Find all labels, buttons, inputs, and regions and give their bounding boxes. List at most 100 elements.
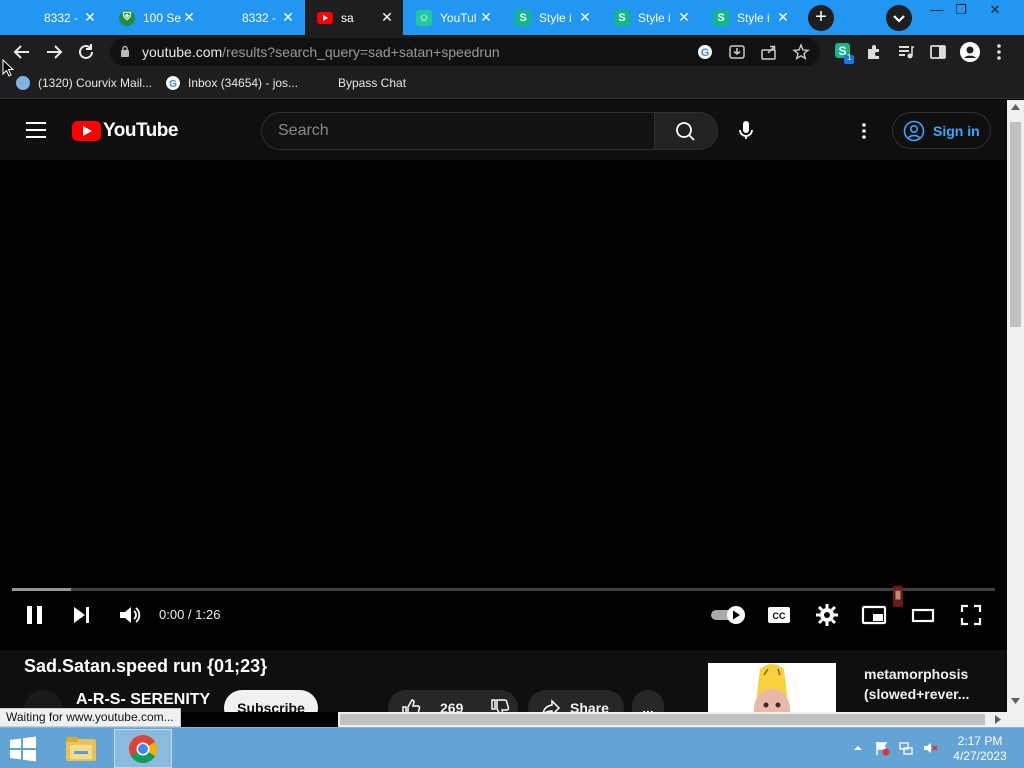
recommended-title[interactable]: metamorphosis (slowed+rever... [864,664,984,704]
next-video-icon[interactable] [70,600,94,630]
windows-taskbar: 2:17 PM 4/27/2023 [0,727,1024,768]
close-tab-icon[interactable]: ✕ [181,9,197,26]
subscribe-button[interactable]: Subscribe [224,690,318,712]
close-tab-icon[interactable]: ✕ [280,9,296,26]
google-lens-icon[interactable]: G [696,43,714,61]
puzzle-icon[interactable] [865,43,883,61]
vertical-scrollbar[interactable] [1007,100,1024,712]
close-window-button[interactable]: ✕ [978,0,1012,22]
install-app-icon[interactable] [728,43,746,61]
volume-icon[interactable] [116,600,142,630]
restore-button[interactable]: ❐ [944,0,978,22]
close-tab-icon[interactable]: ✕ [676,9,692,26]
network-icon[interactable] [898,740,914,756]
youtube-favicon-icon [317,10,333,26]
bookmark-courvix[interactable]: (1320) Courvix Mail... [16,76,152,90]
new-tab-button[interactable]: + [808,5,834,31]
tab-8[interactable]: S Style i ✕ [701,0,799,35]
close-tab-icon[interactable]: ✕ [379,9,395,26]
video-player[interactable] [0,160,1007,650]
tab-5[interactable]: ☺ YouTul ✕ [404,0,502,35]
url-path: /results?search_query=sad+satan+speedrun [222,44,500,60]
pause-icon[interactable] [22,600,48,630]
current-time: 0:00 [159,607,185,622]
youtube-logo-text: YouTube [103,120,178,141]
thumbs-up-icon[interactable] [400,697,422,712]
tab-title: 8332 - [242,10,277,25]
url-text: youtube.com/results?search_query=sad+sat… [142,44,500,60]
youtube-logo[interactable]: YouTube [72,120,178,142]
theater-mode-icon[interactable] [910,600,936,630]
forward-button[interactable] [42,40,66,64]
tab-search-button[interactable] [886,5,912,31]
progress-bar[interactable] [12,588,995,591]
chrome-button[interactable] [114,729,172,768]
shield-favicon-icon: ⛨ [119,9,135,26]
windows-start-icon[interactable] [6,734,40,764]
settings-menu-button[interactable] [858,120,870,142]
bookmark-bypass-chat[interactable]: Bypass Chat [338,76,406,90]
scroll-right-icon[interactable] [995,715,1001,724]
share-button[interactable]: Share [528,690,624,712]
bookmark-inbox[interactable]: G Inbox (34654) - jos... [166,76,298,90]
browser-toolbar: youtube.com/results?search_query=sad+sat… [0,35,1024,69]
channel-name[interactable]: A-R-S- SERENITY [76,691,210,709]
svg-text:G: G [701,47,710,59]
reload-button[interactable] [74,40,98,64]
close-tab-icon[interactable]: ✕ [82,9,98,26]
address-bar[interactable]: youtube.com/results?search_query=sad+sat… [110,38,820,66]
youtube-play-icon [72,121,101,141]
video-title: Sad.Satan.speed run {01;23} [24,656,268,676]
youtube-page: YouTube Sign in [0,100,1007,712]
lock-icon [121,45,129,57]
more-actions-button[interactable]: ... [632,690,664,712]
search-input[interactable] [278,121,638,141]
show-hidden-icons-icon[interactable] [850,740,866,756]
hamburger-menu-icon[interactable] [26,122,46,138]
tab-7[interactable]: S Style i ✕ [602,0,700,35]
tab-2[interactable]: ⛨ 100 Se ✕ [107,0,205,35]
horizontal-scrollbar[interactable] [338,712,1007,727]
s-favicon-icon: S [614,9,630,26]
vertical-dots-icon [862,123,866,139]
fullscreen-icon[interactable] [958,600,984,630]
captions-icon[interactable]: CC [766,600,792,630]
kebab-menu-icon[interactable] [994,43,1004,61]
more-label: ... [642,700,654,712]
tab-3[interactable]: 8332 - ✕ [206,0,304,35]
share-icon[interactable] [760,43,778,61]
recommended-thumbnail[interactable] [708,663,836,712]
star-icon[interactable] [792,43,810,61]
autoplay-toggle-icon[interactable] [710,600,746,630]
tab-6[interactable]: S Style i ✕ [503,0,601,35]
volume-muted-icon[interactable] [922,740,938,756]
extension-s-icon[interactable]: S 1 [834,42,854,64]
close-tab-icon[interactable]: ✕ [478,9,494,26]
profile-avatar-icon[interactable] [960,42,980,62]
url-host: youtube.com [142,44,223,60]
action-center-flag-icon[interactable] [874,740,890,756]
scrollbar-corner [1007,712,1024,727]
tab-1[interactable]: 8332 - ✕ [8,0,106,35]
s-favicon-icon: S [713,9,729,26]
media-control-icon[interactable] [897,43,915,61]
progress-loaded [12,588,71,591]
close-tab-icon[interactable]: ✕ [577,9,593,26]
scroll-up-icon[interactable] [1011,104,1020,110]
thumbs-down-icon[interactable] [489,697,511,712]
close-tab-icon[interactable]: ✕ [775,9,791,26]
vertical-scroll-thumb[interactable] [1010,122,1021,327]
reload-icon [79,44,93,59]
system-clock[interactable]: 2:17 PM 4/27/2023 [944,734,1016,764]
account-circle-icon [903,120,925,141]
robot-favicon-icon: ☺ [416,9,432,26]
file-explorer-button[interactable] [52,729,110,768]
settings-gear-icon[interactable] [814,600,840,630]
horizontal-scroll-thumb[interactable] [340,714,985,725]
voice-search-button[interactable] [730,114,762,146]
scroll-down-icon[interactable] [1011,698,1020,704]
sign-in-button[interactable]: Sign in [892,112,991,149]
search-button[interactable] [654,112,718,150]
side-panel-icon[interactable] [929,43,947,61]
tab-4-active[interactable]: sa ✕ [305,0,403,35]
